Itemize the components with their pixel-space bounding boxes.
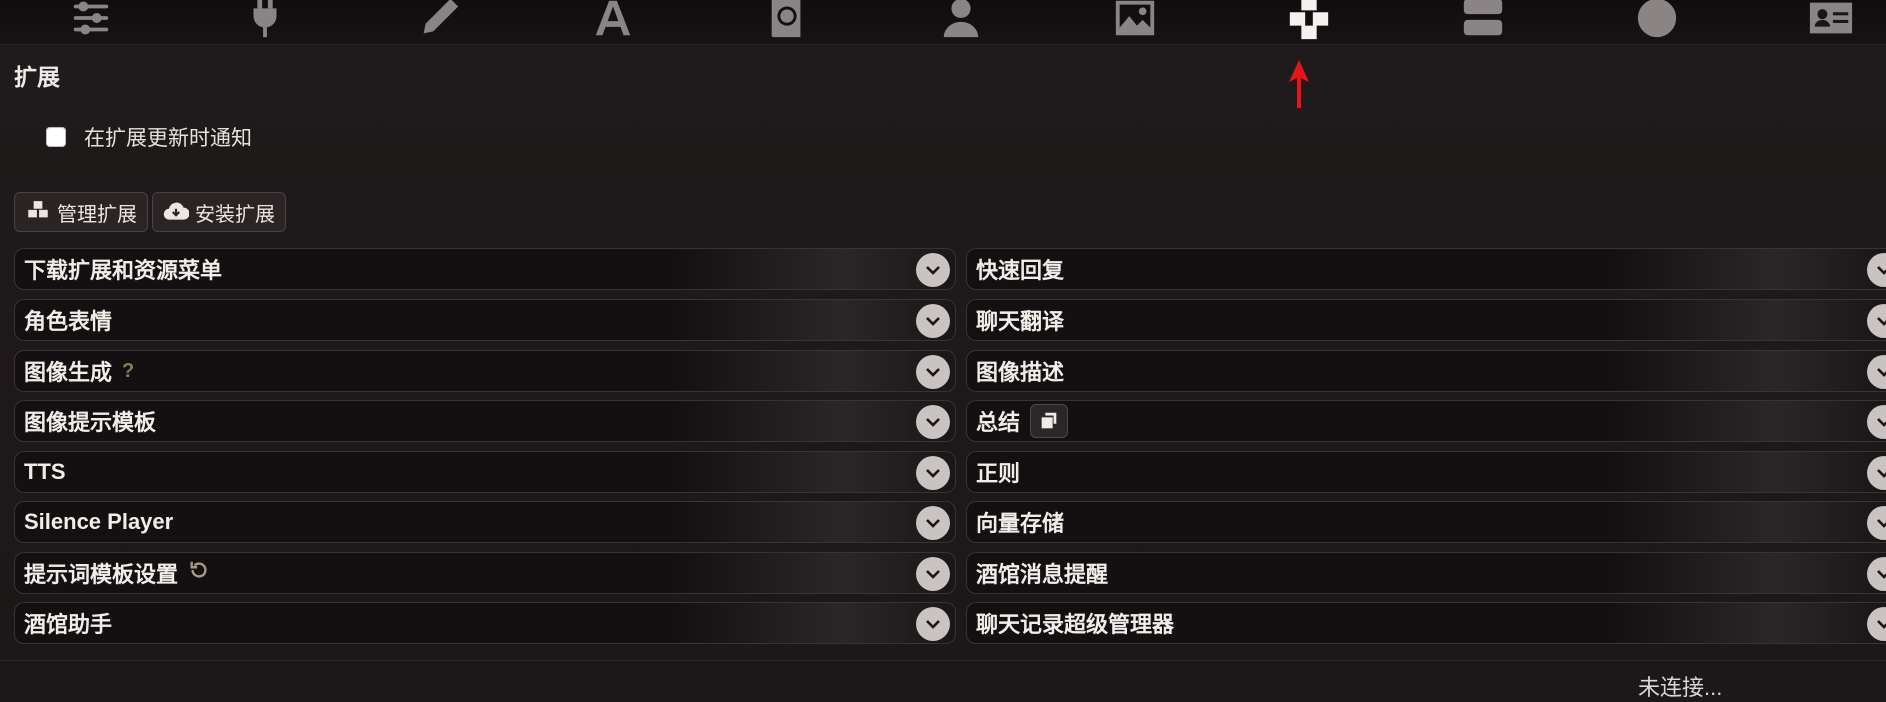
server-icon[interactable] xyxy=(1456,0,1510,42)
extension-label: 向量存储 xyxy=(976,511,1065,536)
chevron-down-icon[interactable] xyxy=(916,304,950,338)
chevron-down-icon[interactable] xyxy=(1867,506,1886,540)
chevron-down-icon[interactable] xyxy=(916,456,950,490)
chevron-down-icon[interactable] xyxy=(916,557,950,591)
chevron-down-icon[interactable] xyxy=(1867,253,1886,287)
panel-title: 扩展 xyxy=(14,64,60,90)
top-toolbar xyxy=(0,0,1886,44)
globe-book-icon[interactable] xyxy=(760,0,814,42)
extension-label-group: 总结 xyxy=(976,404,1069,438)
extension-label: 总结 xyxy=(976,410,1021,435)
extension-label: 酒馆消息提醒 xyxy=(976,562,1109,587)
chevron-down-icon[interactable] xyxy=(916,607,950,641)
extension-label: TTS xyxy=(24,459,66,484)
extension-row[interactable]: 聊天记录超级管理器 xyxy=(966,602,1886,644)
help-icon[interactable]: ? xyxy=(122,360,134,383)
image-icon[interactable] xyxy=(1108,0,1162,42)
pencil-icon[interactable] xyxy=(412,0,466,42)
extension-row[interactable]: 总结 xyxy=(966,400,1886,442)
extension-row[interactable]: TTS xyxy=(14,451,956,493)
extension-row[interactable]: 图像生成 ? xyxy=(14,350,956,392)
extension-label-group: 提示词模板设置 xyxy=(24,557,210,589)
extension-row[interactable]: 下载扩展和资源菜单 xyxy=(14,248,956,290)
extension-row[interactable]: 酒馆助手 xyxy=(14,602,956,644)
extension-row[interactable]: 聊天翻译 xyxy=(966,299,1886,341)
extension-label: 正则 xyxy=(976,461,1021,486)
extension-row[interactable]: 酒馆消息提醒 xyxy=(966,552,1886,594)
extension-label: 快速回复 xyxy=(976,258,1065,283)
install-extension-label: 安装扩展 xyxy=(195,203,275,226)
manage-extensions-button[interactable]: 管理扩展 xyxy=(14,192,148,232)
notify-option: 在扩展更新时通知 xyxy=(46,122,252,152)
extension-row[interactable]: 正则 xyxy=(966,451,1886,493)
cubes-icon xyxy=(28,201,48,218)
extension-row[interactable]: 快速回复 xyxy=(966,248,1886,290)
extension-label: 角色表情 xyxy=(24,309,113,334)
chevron-down-icon[interactable] xyxy=(1867,607,1886,641)
notify-label: 在扩展更新时通知 xyxy=(84,127,252,150)
chevron-down-icon[interactable] xyxy=(1867,456,1886,490)
extension-row[interactable]: 角色表情 xyxy=(14,299,956,341)
extension-row[interactable]: Silence Player xyxy=(14,501,956,543)
manage-extensions-label: 管理扩展 xyxy=(57,203,137,226)
copy-icon[interactable] xyxy=(1030,404,1069,438)
cloud-download-icon xyxy=(163,202,189,220)
sliders-icon[interactable] xyxy=(64,0,118,42)
plug-icon[interactable] xyxy=(238,0,292,42)
chevron-down-icon[interactable] xyxy=(916,405,950,439)
chevron-down-icon[interactable] xyxy=(1867,557,1886,591)
extension-label: 酒馆助手 xyxy=(24,612,113,637)
extension-label: 提示词模板设置 xyxy=(24,562,179,587)
extension-label: Silence Player xyxy=(24,509,174,534)
id-card-icon[interactable] xyxy=(1804,0,1858,42)
reload-icon[interactable] xyxy=(188,559,210,587)
font-icon[interactable] xyxy=(586,0,640,42)
extension-row[interactable]: 图像描述 xyxy=(966,350,1886,392)
chevron-down-icon[interactable] xyxy=(1867,304,1886,338)
extension-label-group: 图像生成 ? xyxy=(24,355,134,387)
install-extension-button[interactable]: 安装扩展 xyxy=(152,192,286,232)
smile-icon[interactable] xyxy=(1630,0,1684,42)
chevron-down-icon[interactable] xyxy=(1867,405,1886,439)
extension-label: 图像描述 xyxy=(976,360,1065,385)
extension-label: 下载扩展和资源菜单 xyxy=(24,258,223,283)
extension-label: 聊天记录超级管理器 xyxy=(976,612,1175,637)
extension-label: 图像生成 xyxy=(24,360,113,385)
connection-status: 未连接... xyxy=(1638,675,1723,700)
notify-checkbox[interactable] xyxy=(46,127,66,147)
divider xyxy=(0,660,1886,661)
extension-label: 图像提示模板 xyxy=(24,410,157,435)
extension-row[interactable]: 图像提示模板 xyxy=(14,400,956,442)
chevron-down-icon[interactable] xyxy=(916,253,950,287)
extension-row[interactable]: 提示词模板设置 xyxy=(14,552,956,594)
chevron-down-icon[interactable] xyxy=(916,506,950,540)
chevron-down-icon[interactable] xyxy=(916,355,950,389)
chevron-down-icon[interactable] xyxy=(1867,355,1886,389)
pointer-arrow-icon xyxy=(1289,60,1309,108)
extension-row[interactable]: 向量存储 xyxy=(966,501,1886,543)
user-icon[interactable] xyxy=(934,0,988,42)
cubes-icon[interactable] xyxy=(1282,0,1336,42)
extension-label: 聊天翻译 xyxy=(976,309,1065,334)
